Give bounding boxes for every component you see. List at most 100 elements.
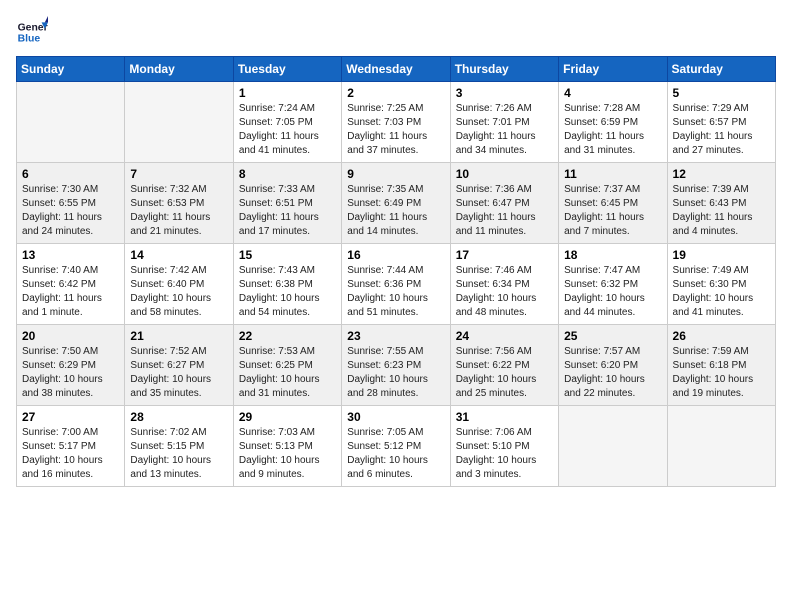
calendar-cell: 19 Sunrise: 7:49 AM Sunset: 6:30 PM Dayli… <box>667 244 775 325</box>
calendar-cell: 13Sunrise: 7:40 AM Sunset: 6:42 PM Dayli… <box>17 244 125 325</box>
day-number: 8 <box>239 167 336 181</box>
calendar-cell: 5 Sunrise: 7:29 AM Sunset: 6:57 PM Daylig… <box>667 82 775 163</box>
day-info: Sunrise: 7:53 AM Sunset: 6:25 PM Dayligh… <box>239 345 336 401</box>
calendar-cell: 30Sunrise: 7:05 AM Sunset: 5:12 PM Dayli… <box>342 406 450 487</box>
day-number: 10 <box>456 167 553 181</box>
day-number: 9 <box>347 167 444 181</box>
calendar-cell: 1Sunrise: 7:24 AM Sunset: 7:05 PM Daylig… <box>233 82 341 163</box>
day-info: Sunrise: 7:56 AM Sunset: 6:22 PM Dayligh… <box>456 345 553 401</box>
calendar-cell: 20 Sunrise: 7:50 AM Sunset: 6:29 PM Dayli… <box>17 325 125 406</box>
calendar-cell <box>667 406 775 487</box>
calendar-cell <box>125 82 233 163</box>
calendar-cell: 4 Sunrise: 7:28 AM Sunset: 6:59 PM Daylig… <box>559 82 667 163</box>
calendar-cell: 11 Sunrise: 7:37 AM Sunset: 6:45 PM Dayli… <box>559 163 667 244</box>
day-number: 27 <box>22 410 119 424</box>
calendar-week-row: 27Sunrise: 7:00 AM Sunset: 5:17 PM Dayli… <box>17 406 776 487</box>
calendar-week-row: 20 Sunrise: 7:50 AM Sunset: 6:29 PM Dayli… <box>17 325 776 406</box>
day-number: 23 <box>347 329 444 343</box>
day-number: 3 <box>456 86 553 100</box>
day-info: Sunrise: 7:05 AM Sunset: 5:12 PM Dayligh… <box>347 426 444 482</box>
calendar-cell <box>559 406 667 487</box>
logo: General Blue <box>16 16 52 48</box>
page-header: General Blue <box>16 16 776 48</box>
day-info: Sunrise: 7:32 AM Sunset: 6:53 PM Dayligh… <box>130 183 227 239</box>
day-number: 15 <box>239 248 336 262</box>
day-info: Sunrise: 7:06 AM Sunset: 5:10 PM Dayligh… <box>456 426 553 482</box>
calendar-cell: 6Sunrise: 7:30 AM Sunset: 6:55 PM Daylig… <box>17 163 125 244</box>
day-info: Sunrise: 7:46 AM Sunset: 6:34 PM Dayligh… <box>456 264 553 320</box>
calendar-cell: 22 Sunrise: 7:53 AM Sunset: 6:25 PM Dayli… <box>233 325 341 406</box>
day-number: 22 <box>239 329 336 343</box>
calendar-cell: 14 Sunrise: 7:42 AM Sunset: 6:40 PM Dayli… <box>125 244 233 325</box>
calendar-cell: 29Sunrise: 7:03 AM Sunset: 5:13 PM Dayli… <box>233 406 341 487</box>
day-header-friday: Friday <box>559 57 667 82</box>
calendar-cell: 12 Sunrise: 7:39 AM Sunset: 6:43 PM Dayli… <box>667 163 775 244</box>
day-header-tuesday: Tuesday <box>233 57 341 82</box>
day-number: 20 <box>22 329 119 343</box>
day-info: Sunrise: 7:59 AM Sunset: 6:18 PM Dayligh… <box>673 345 770 401</box>
calendar-week-row: 13Sunrise: 7:40 AM Sunset: 6:42 PM Dayli… <box>17 244 776 325</box>
calendar-cell: 15 Sunrise: 7:43 AM Sunset: 6:38 PM Dayli… <box>233 244 341 325</box>
day-number: 11 <box>564 167 661 181</box>
day-number: 28 <box>130 410 227 424</box>
day-info: Sunrise: 7:44 AM Sunset: 6:36 PM Dayligh… <box>347 264 444 320</box>
day-number: 14 <box>130 248 227 262</box>
calendar-cell: 31 Sunrise: 7:06 AM Sunset: 5:10 PM Dayli… <box>450 406 558 487</box>
day-header-wednesday: Wednesday <box>342 57 450 82</box>
day-info: Sunrise: 7:50 AM Sunset: 6:29 PM Dayligh… <box>22 345 119 401</box>
day-info: Sunrise: 7:36 AM Sunset: 6:47 PM Dayligh… <box>456 183 553 239</box>
day-number: 21 <box>130 329 227 343</box>
day-header-sunday: Sunday <box>17 57 125 82</box>
calendar-cell: 17 Sunrise: 7:46 AM Sunset: 6:34 PM Dayli… <box>450 244 558 325</box>
calendar-cell: 27Sunrise: 7:00 AM Sunset: 5:17 PM Dayli… <box>17 406 125 487</box>
calendar-cell: 21Sunrise: 7:52 AM Sunset: 6:27 PM Dayli… <box>125 325 233 406</box>
calendar-header-row: SundayMondayTuesdayWednesdayThursdayFrid… <box>17 57 776 82</box>
day-info: Sunrise: 7:47 AM Sunset: 6:32 PM Dayligh… <box>564 264 661 320</box>
day-number: 26 <box>673 329 770 343</box>
logo-icon: General Blue <box>16 16 48 48</box>
calendar-cell: 26 Sunrise: 7:59 AM Sunset: 6:18 PM Dayli… <box>667 325 775 406</box>
calendar-week-row: 6Sunrise: 7:30 AM Sunset: 6:55 PM Daylig… <box>17 163 776 244</box>
day-number: 7 <box>130 167 227 181</box>
day-info: Sunrise: 7:25 AM Sunset: 7:03 PM Dayligh… <box>347 102 444 158</box>
day-number: 16 <box>347 248 444 262</box>
day-header-monday: Monday <box>125 57 233 82</box>
calendar-cell: 18Sunrise: 7:47 AM Sunset: 6:32 PM Dayli… <box>559 244 667 325</box>
day-info: Sunrise: 7:49 AM Sunset: 6:30 PM Dayligh… <box>673 264 770 320</box>
calendar-week-row: 1Sunrise: 7:24 AM Sunset: 7:05 PM Daylig… <box>17 82 776 163</box>
day-info: Sunrise: 7:02 AM Sunset: 5:15 PM Dayligh… <box>130 426 227 482</box>
day-info: Sunrise: 7:24 AM Sunset: 7:05 PM Dayligh… <box>239 102 336 158</box>
calendar-cell <box>17 82 125 163</box>
calendar-cell: 23 Sunrise: 7:55 AM Sunset: 6:23 PM Dayli… <box>342 325 450 406</box>
calendar-table: SundayMondayTuesdayWednesdayThursdayFrid… <box>16 56 776 487</box>
day-info: Sunrise: 7:03 AM Sunset: 5:13 PM Dayligh… <box>239 426 336 482</box>
day-info: Sunrise: 7:29 AM Sunset: 6:57 PM Dayligh… <box>673 102 770 158</box>
day-info: Sunrise: 7:26 AM Sunset: 7:01 PM Dayligh… <box>456 102 553 158</box>
calendar-cell: 25Sunrise: 7:57 AM Sunset: 6:20 PM Dayli… <box>559 325 667 406</box>
day-info: Sunrise: 7:33 AM Sunset: 6:51 PM Dayligh… <box>239 183 336 239</box>
day-number: 12 <box>673 167 770 181</box>
svg-text:Blue: Blue <box>18 34 41 45</box>
day-number: 2 <box>347 86 444 100</box>
calendar-cell: 8 Sunrise: 7:33 AM Sunset: 6:51 PM Daylig… <box>233 163 341 244</box>
calendar-cell: 7 Sunrise: 7:32 AM Sunset: 6:53 PM Daylig… <box>125 163 233 244</box>
day-info: Sunrise: 7:28 AM Sunset: 6:59 PM Dayligh… <box>564 102 661 158</box>
day-header-thursday: Thursday <box>450 57 558 82</box>
day-number: 5 <box>673 86 770 100</box>
day-number: 19 <box>673 248 770 262</box>
day-info: Sunrise: 7:57 AM Sunset: 6:20 PM Dayligh… <box>564 345 661 401</box>
day-info: Sunrise: 7:55 AM Sunset: 6:23 PM Dayligh… <box>347 345 444 401</box>
day-info: Sunrise: 7:42 AM Sunset: 6:40 PM Dayligh… <box>130 264 227 320</box>
day-info: Sunrise: 7:37 AM Sunset: 6:45 PM Dayligh… <box>564 183 661 239</box>
calendar-cell: 10 Sunrise: 7:36 AM Sunset: 6:47 PM Dayli… <box>450 163 558 244</box>
day-number: 4 <box>564 86 661 100</box>
day-info: Sunrise: 7:39 AM Sunset: 6:43 PM Dayligh… <box>673 183 770 239</box>
day-number: 31 <box>456 410 553 424</box>
calendar-cell: 24Sunrise: 7:56 AM Sunset: 6:22 PM Dayli… <box>450 325 558 406</box>
calendar-cell: 9Sunrise: 7:35 AM Sunset: 6:49 PM Daylig… <box>342 163 450 244</box>
calendar-cell: 16 Sunrise: 7:44 AM Sunset: 6:36 PM Dayli… <box>342 244 450 325</box>
day-info: Sunrise: 7:30 AM Sunset: 6:55 PM Dayligh… <box>22 183 119 239</box>
day-number: 17 <box>456 248 553 262</box>
day-info: Sunrise: 7:43 AM Sunset: 6:38 PM Dayligh… <box>239 264 336 320</box>
day-number: 13 <box>22 248 119 262</box>
